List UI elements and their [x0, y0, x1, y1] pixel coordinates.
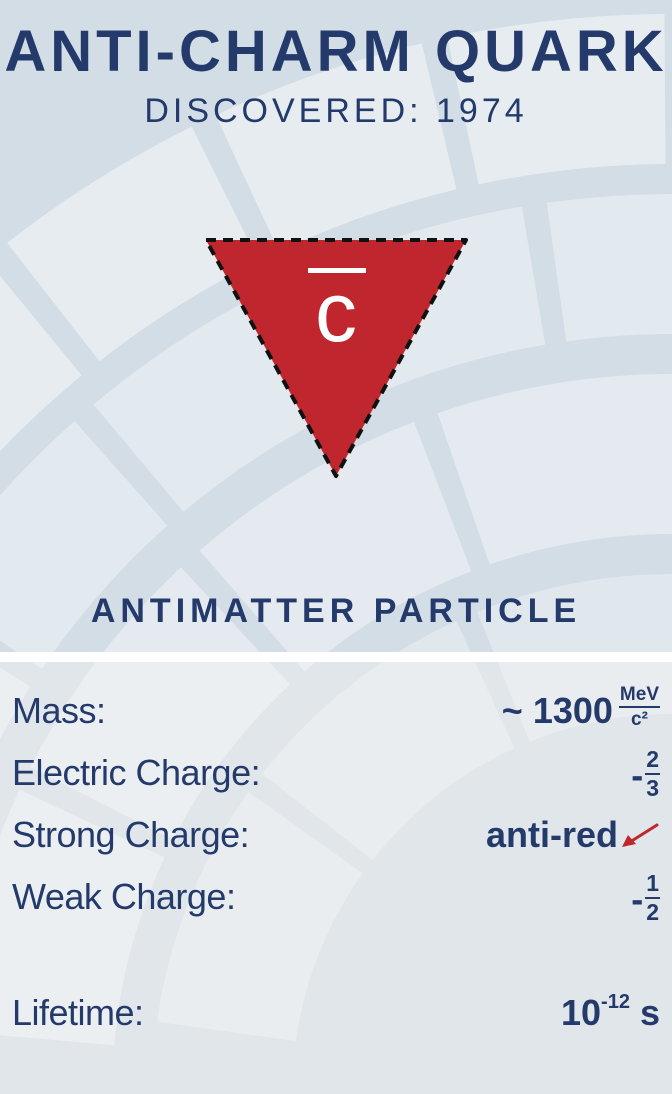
- mass-unit-denominator: c²: [631, 709, 648, 731]
- ring-segment: [437, 374, 672, 565]
- lifetime-label: Lifetime:: [12, 992, 144, 1033]
- mass-value: ~ 1300 MeV c²: [501, 685, 660, 735]
- electric-charge-sign: -: [631, 754, 644, 796]
- weak-charge-fraction: 12: [645, 872, 660, 924]
- electric-charge-fraction: 23: [645, 748, 660, 800]
- discovery-year: DISCOVERED: 1974: [144, 92, 528, 130]
- ring-segment: [546, 194, 672, 342]
- electric-charge-row: Electric Charge: -23: [12, 748, 660, 804]
- strong-charge-text: anti-red: [485, 814, 618, 855]
- mass-row: Mass: ~ 1300 MeV c²: [12, 685, 660, 740]
- symbol-letter: c: [315, 265, 357, 359]
- mass-unit: MeV c²: [618, 685, 660, 731]
- mass-unit-numerator: MeV: [618, 685, 660, 709]
- strong-charge-row: Strong Charge: anti-red: [12, 814, 660, 864]
- particle-category: ANTIMATTER PARTICLE: [90, 592, 582, 630]
- lifetime-space: [630, 992, 640, 1033]
- particle-name: ANTI-CHARM QUARK: [4, 19, 668, 84]
- lifetime-base: 10: [561, 992, 602, 1033]
- mass-number: ~ 1300: [501, 690, 613, 731]
- lifetime-exponent: -12: [601, 991, 630, 1013]
- detector-rings-background: [0, 14, 672, 1046]
- strong-charge-value: anti-red: [486, 814, 660, 856]
- weak-charge-sign: -: [631, 878, 644, 920]
- lifetime-value: 10-12 s: [561, 991, 660, 1034]
- particle-card: ANTI-CHARM QUARK DISCOVERED: 1974 c ANTI…: [0, 0, 672, 1094]
- electric-charge-denominator: 3: [646, 775, 659, 801]
- weak-charge-value: -12: [631, 872, 660, 928]
- mass-label: Mass:: [12, 690, 106, 731]
- electric-charge-numerator: 2: [645, 748, 660, 775]
- antiparticle-overbar: [308, 268, 366, 273]
- weak-charge-numerator: 1: [645, 872, 660, 899]
- electric-charge-label: Electric Charge:: [12, 752, 261, 793]
- strong-charge-label: Strong Charge:: [12, 814, 250, 855]
- weak-charge-row: Weak Charge: -12: [12, 872, 660, 928]
- arrow-icon: [622, 823, 659, 848]
- lifetime-unit: s: [639, 992, 660, 1033]
- weak-charge-label: Weak Charge:: [12, 876, 236, 917]
- lifetime-row: Lifetime: 10-12 s: [12, 991, 660, 1042]
- electric-charge-value: -23: [631, 748, 660, 804]
- weak-charge-denominator: 2: [646, 899, 659, 925]
